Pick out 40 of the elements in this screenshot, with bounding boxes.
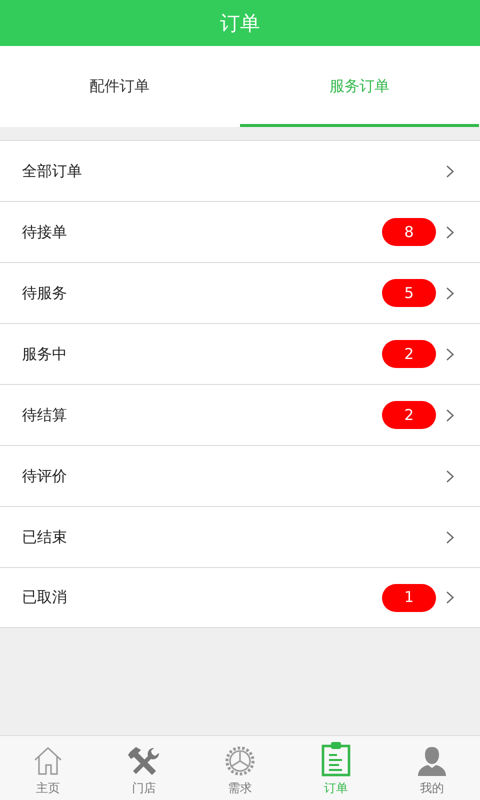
chevron-icon bbox=[446, 164, 454, 178]
row-label: 已取消 bbox=[22, 587, 68, 608]
list-row[interactable]: 待结算 2 bbox=[0, 384, 480, 445]
row-label: 待结算 bbox=[22, 404, 68, 426]
row-label: 待接单 bbox=[22, 222, 68, 243]
tools-icon bbox=[127, 745, 161, 777]
nav-tab[interactable]: 我的 bbox=[384, 736, 480, 800]
nav-tab[interactable]: 需求 bbox=[192, 736, 288, 800]
gear-icon bbox=[223, 745, 257, 777]
list-row[interactable]: 已取消 1 bbox=[0, 567, 480, 628]
home-icon bbox=[32, 745, 64, 777]
count-badge: 8 bbox=[382, 218, 436, 246]
row-label: 待评价 bbox=[22, 466, 68, 487]
list-row[interactable]: 服务中 2 bbox=[0, 323, 480, 384]
row-label: 全部订单 bbox=[22, 160, 83, 182]
row-label: 待服务 bbox=[22, 282, 68, 304]
list-row[interactable]: 已结束 bbox=[0, 506, 480, 567]
list-row[interactable]: 待服务 5 bbox=[0, 262, 480, 323]
list-row[interactable]: 待评价 bbox=[0, 445, 480, 506]
list-row[interactable]: 全部订单 bbox=[0, 140, 480, 201]
chevron-icon bbox=[446, 530, 454, 544]
chevron-icon bbox=[446, 226, 454, 238]
chevron-icon bbox=[446, 348, 454, 360]
count-badge: 2 bbox=[382, 401, 436, 429]
count-badge: 2 bbox=[382, 340, 436, 368]
page-title: 订单 bbox=[220, 10, 260, 37]
row-label: 已结束 bbox=[22, 526, 68, 548]
nav-tab[interactable]: 主页 bbox=[0, 736, 96, 800]
clipboard-icon bbox=[321, 741, 351, 777]
count-badge: 5 bbox=[382, 279, 436, 307]
nav-tab[interactable]: 门店 bbox=[96, 736, 192, 800]
chevron-icon bbox=[446, 408, 454, 422]
chevron-icon bbox=[446, 591, 454, 604]
tab[interactable]: 配件订单 bbox=[0, 46, 239, 127]
user-icon bbox=[416, 745, 448, 777]
list-row[interactable]: 待接单 8 bbox=[0, 201, 480, 262]
chevron-icon bbox=[446, 286, 454, 300]
count-badge: 1 bbox=[382, 584, 436, 612]
chevron-icon bbox=[446, 470, 454, 482]
row-label: 服务中 bbox=[22, 344, 68, 365]
